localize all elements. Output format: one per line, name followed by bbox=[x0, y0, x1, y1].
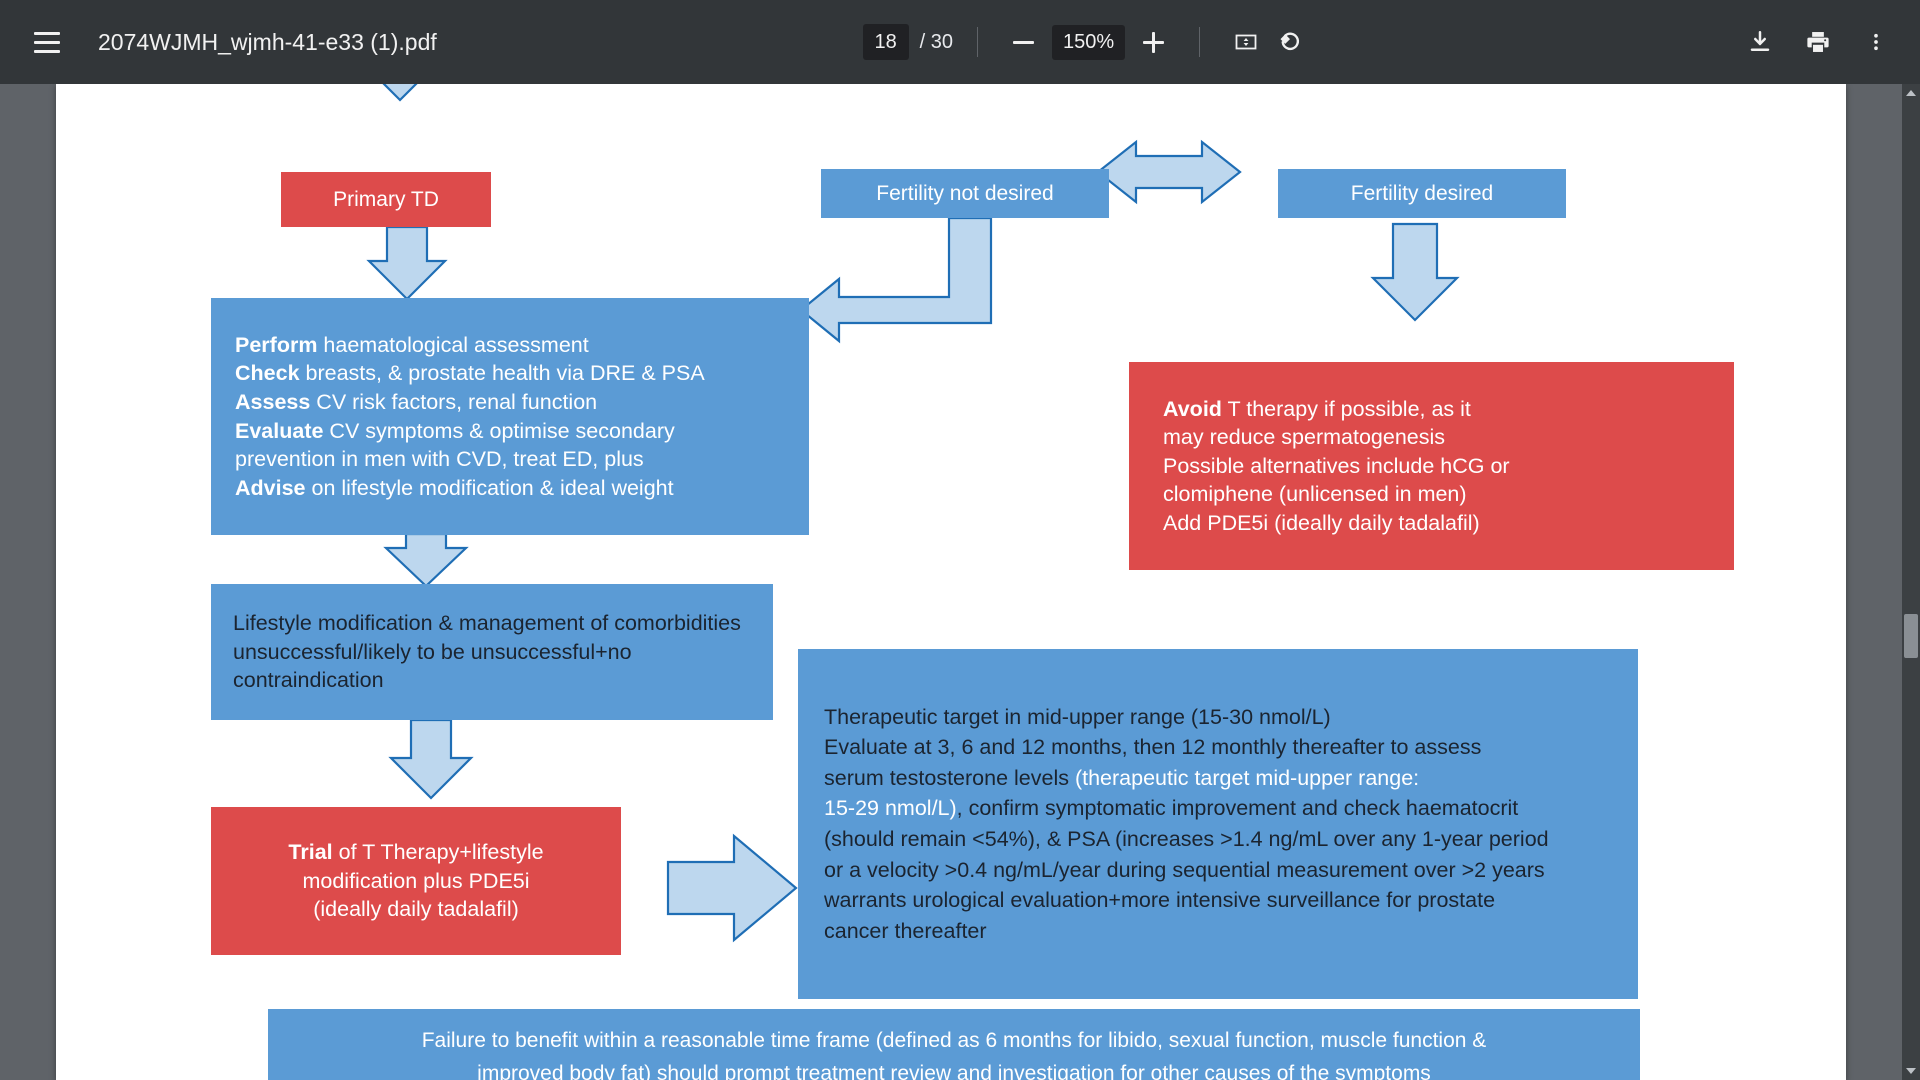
pdf-viewer-toolbar: 2074WJMH_wjmh-41-e33 (1).pdf / 30 150% bbox=[0, 0, 1920, 84]
avoid-line-1-bold: Avoid bbox=[1163, 396, 1222, 421]
avoid-line-2: may reduce spermatogenesis bbox=[1163, 425, 1446, 450]
assessment-line-6: Advise on lifestyle modification & ideal… bbox=[235, 474, 785, 503]
print-icon bbox=[1807, 32, 1829, 52]
chevron-up-icon bbox=[1906, 90, 1916, 96]
assessment-line-3-text: CV risk factors, renal function bbox=[310, 389, 598, 414]
monitoring-line-4-dark: , confirm symptomatic improvement and ch… bbox=[956, 796, 1519, 821]
node-trial-t-therapy: Trial of T Therapy+lifestyle modificatio… bbox=[211, 807, 621, 955]
node-lifestyle-modification: Lifestyle modification & management of c… bbox=[211, 584, 773, 720]
zoom-out-button[interactable] bbox=[1002, 20, 1046, 64]
monitoring-line-4: 15-29 nmol/L), confirm symptomatic impro… bbox=[824, 793, 1612, 824]
monitoring-line-3-white: (therapeutic target mid-upper range: bbox=[1074, 765, 1420, 790]
avoid-line-3: Possible alternatives include hCG or bbox=[1163, 453, 1510, 478]
download-icon bbox=[1750, 31, 1770, 52]
arrow-bidirectional-fertility bbox=[1096, 139, 1242, 205]
assessment-line-1: Perform haematological assessment bbox=[235, 331, 785, 360]
arrow-assessment-to-lifestyle bbox=[383, 532, 469, 588]
zoom-in-button[interactable] bbox=[1131, 20, 1175, 64]
assessment-line-2-text: breasts, & prostate health via DRE & PSA bbox=[299, 361, 705, 386]
assessment-line-4-bold: Evaluate bbox=[235, 418, 324, 443]
monitoring-line-8: cancer thereafter bbox=[824, 918, 987, 943]
toolbar-center-group: / 30 150% bbox=[437, 20, 1738, 64]
more-options-button[interactable] bbox=[1854, 20, 1898, 64]
node-monitoring-targets: Therapeutic target in mid-upper range (1… bbox=[798, 649, 1638, 999]
fit-to-page-icon bbox=[1235, 34, 1257, 50]
assessment-line-2: Check breasts, & prostate health via DRE… bbox=[235, 359, 785, 388]
monitoring-line-5: (should remain <54%), & PSA (increases >… bbox=[824, 827, 1549, 851]
node-assessment-checklist: Perform haematological assessment Check … bbox=[211, 298, 809, 535]
avoid-line-1: Avoid T therapy if possible, as it bbox=[1163, 395, 1700, 424]
trial-line-1-text: of T Therapy+lifestyle bbox=[332, 840, 544, 865]
monitoring-line-4-white: 15-29 nmol/L) bbox=[824, 796, 957, 821]
plus-icon bbox=[1142, 31, 1164, 53]
monitoring-line-7: warrants urological evaluation+more inte… bbox=[824, 888, 1496, 913]
document-title: 2074WJMH_wjmh-41-e33 (1).pdf bbox=[98, 28, 437, 55]
monitoring-line-1: Therapeutic target in mid-upper range (1… bbox=[824, 704, 1331, 729]
monitoring-line-3: serum testosterone levels (therapeutic t… bbox=[824, 763, 1612, 794]
monitoring-line-6: or a velocity >0.4 ng/mL/year during seq… bbox=[824, 857, 1545, 882]
node-fertility-desired: Fertility desired bbox=[1278, 169, 1566, 218]
assessment-line-3: Assess CV risk factors, renal function bbox=[235, 388, 785, 417]
arrow-fertility-desired-to-avoid bbox=[1370, 222, 1460, 322]
monitoring-line-3-dark: serum testosterone levels bbox=[824, 765, 1075, 790]
node-failure-to-benefit: Failure to benefit within a reasonable t… bbox=[268, 1009, 1640, 1080]
scrollbar-thumb[interactable] bbox=[1904, 614, 1918, 658]
avoid-line-4: clomiphene (unlicensed in men) bbox=[1163, 482, 1467, 507]
vertical-scrollbar[interactable] bbox=[1902, 84, 1920, 1080]
assessment-line-5: prevention in men with CVD, treat ED, pl… bbox=[235, 447, 644, 472]
zoom-level-display[interactable]: 150% bbox=[1051, 24, 1126, 60]
assessment-line-4-text: CV symptoms & optimise secondary bbox=[323, 418, 675, 443]
failure-line-2: improved body fat) should prompt treatme… bbox=[477, 1062, 1431, 1080]
fit-to-page-button[interactable] bbox=[1224, 20, 1268, 64]
toolbar-left-group: 2074WJMH_wjmh-41-e33 (1).pdf bbox=[0, 21, 437, 63]
rotate-counterclockwise-icon bbox=[1280, 32, 1300, 51]
assessment-line-4: Evaluate CV symptoms & optimise secondar… bbox=[235, 417, 785, 446]
pdf-page-18: Primary TD Fertility not desired Fertili… bbox=[56, 84, 1846, 1080]
trial-line-1: Trial of T Therapy+lifestyle bbox=[231, 838, 601, 867]
minus-icon bbox=[1013, 40, 1035, 44]
node-fertility-not-desired: Fertility not desired bbox=[821, 169, 1109, 218]
page-number-input[interactable] bbox=[862, 24, 909, 60]
toolbar-divider-1 bbox=[976, 27, 978, 57]
assessment-line-1-text: haematological assessment bbox=[317, 332, 589, 357]
monitoring-line-2: Evaluate at 3, 6 and 12 months, then 12 … bbox=[824, 735, 1482, 760]
print-button[interactable] bbox=[1796, 20, 1840, 64]
lifestyle-modification-text: Lifestyle modification & management of c… bbox=[233, 611, 741, 693]
toolbar-divider-2 bbox=[1199, 27, 1201, 57]
rotate-counterclockwise-button[interactable] bbox=[1268, 20, 1312, 64]
trial-line-1-bold: Trial bbox=[288, 840, 333, 865]
assessment-line-6-bold: Advise bbox=[235, 475, 306, 500]
arrow-trial-to-monitoring bbox=[666, 833, 798, 943]
avoid-line-1-text: T therapy if possible, as it bbox=[1221, 396, 1471, 421]
more-options-icon bbox=[1874, 33, 1878, 51]
trial-line-3: (ideally daily tadalafil) bbox=[313, 897, 519, 922]
arrow-into-primary-td bbox=[382, 84, 418, 102]
assessment-line-6-text: on lifestyle modification & ideal weight bbox=[305, 475, 674, 500]
assessment-line-2-bold: Check bbox=[235, 361, 300, 386]
node-primary-td: Primary TD bbox=[281, 172, 491, 227]
chevron-down-icon bbox=[1906, 1068, 1916, 1074]
node-avoid-t-therapy: Avoid T therapy if possible, as it may r… bbox=[1129, 362, 1734, 570]
arrow-lifestyle-to-trial bbox=[388, 718, 474, 800]
download-button[interactable] bbox=[1738, 20, 1782, 64]
arrow-primary-td-to-assessment bbox=[366, 225, 448, 301]
page-count-label: / 30 bbox=[919, 30, 953, 53]
failure-line-1: Failure to benefit within a reasonable t… bbox=[421, 1029, 1487, 1053]
assessment-line-3-bold: Assess bbox=[235, 389, 311, 414]
toolbar-right-group bbox=[1738, 20, 1920, 64]
scroll-down-button[interactable] bbox=[1902, 1062, 1920, 1080]
arrow-elbow-to-assessment bbox=[799, 216, 993, 344]
scroll-up-button[interactable] bbox=[1902, 84, 1920, 102]
assessment-line-1-bold: Perform bbox=[235, 332, 318, 357]
pdf-viewer-area[interactable]: Primary TD Fertility not desired Fertili… bbox=[0, 84, 1920, 1080]
hamburger-menu-icon[interactable] bbox=[26, 21, 68, 63]
avoid-line-5: Add PDE5i (ideally daily tadalafil) bbox=[1163, 510, 1480, 535]
trial-line-2: modification plus PDE5i bbox=[302, 868, 530, 893]
